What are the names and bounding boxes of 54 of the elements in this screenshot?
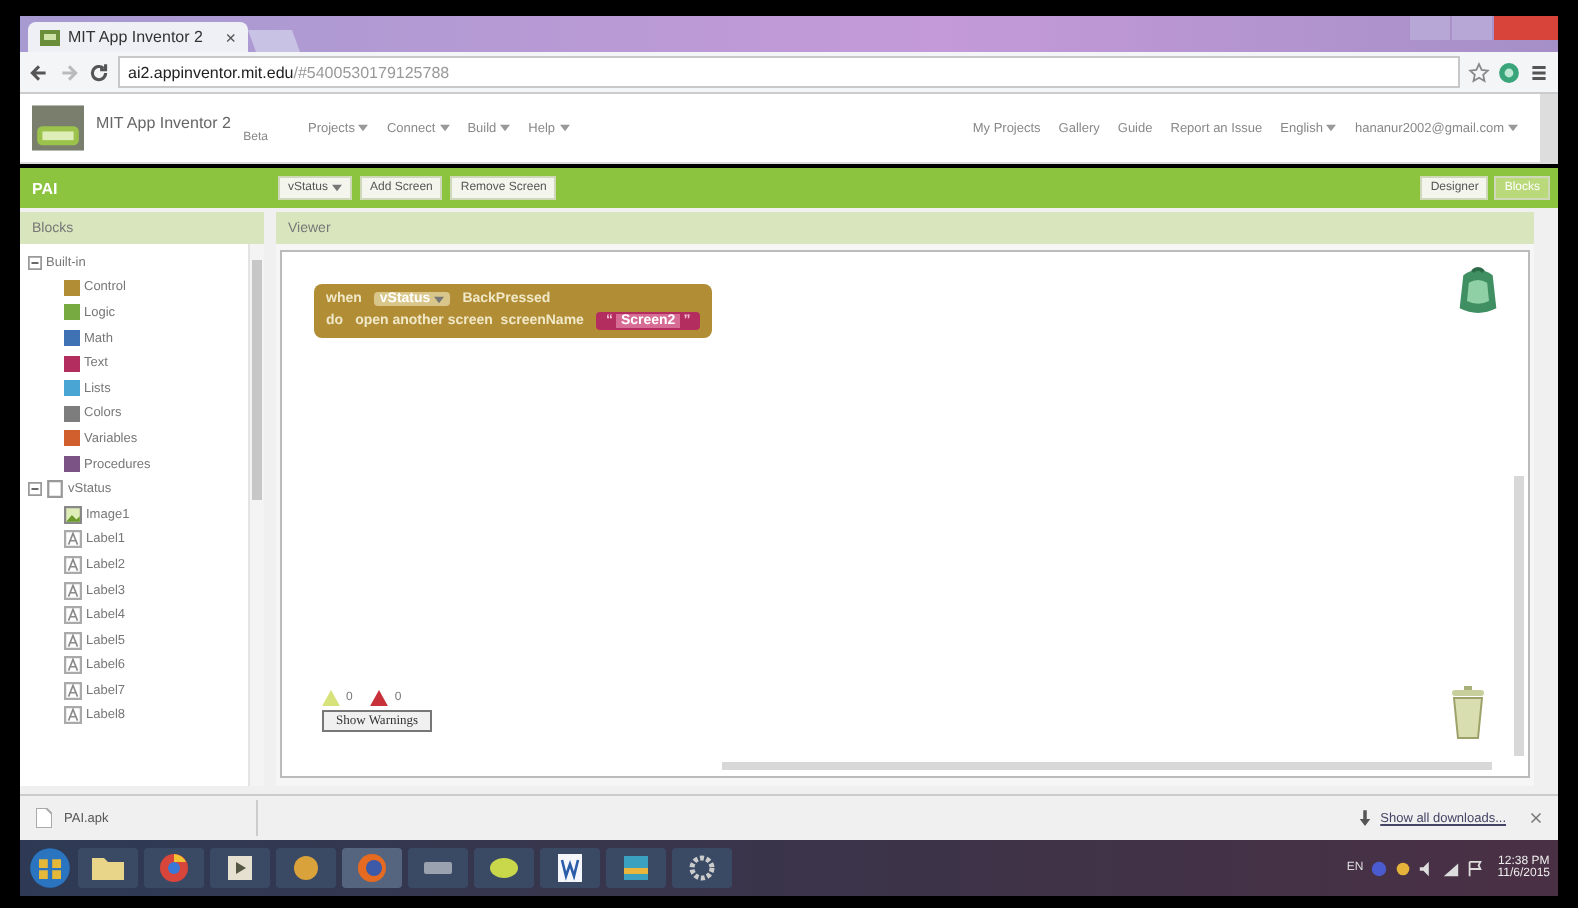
label-icon bbox=[64, 555, 82, 574]
label-icon bbox=[64, 581, 82, 600]
folder-icon[interactable] bbox=[78, 846, 138, 890]
browser-tab[interactable]: MIT App Inventor 2 × bbox=[28, 22, 248, 52]
app-title: MIT App Inventor 2 bbox=[96, 113, 233, 131]
image-icon bbox=[64, 505, 82, 524]
caret-icon bbox=[332, 184, 343, 192]
scrollbar[interactable] bbox=[1540, 94, 1558, 162]
caret-icon bbox=[1326, 124, 1337, 132]
file-icon bbox=[36, 808, 52, 828]
extension-icon[interactable] bbox=[1498, 61, 1520, 83]
close-tab-button[interactable]: × bbox=[225, 27, 236, 47]
label-icon bbox=[64, 530, 82, 549]
tree-toggle-icon[interactable] bbox=[28, 255, 42, 270]
gear-icon[interactable] bbox=[672, 846, 732, 890]
star-icon[interactable] bbox=[1468, 61, 1490, 83]
app-icon[interactable] bbox=[276, 846, 336, 890]
project-name: PAI bbox=[32, 179, 60, 197]
flag-icon[interactable] bbox=[1465, 859, 1484, 877]
app-icon[interactable] bbox=[408, 846, 468, 890]
warning-icon bbox=[322, 690, 340, 706]
media-player-icon[interactable] bbox=[210, 846, 270, 890]
label-icon bbox=[64, 706, 82, 725]
screen-icon bbox=[46, 480, 64, 499]
app-logo-icon bbox=[40, 27, 60, 47]
caret-icon bbox=[439, 124, 450, 132]
backpack-icon[interactable] bbox=[1456, 264, 1500, 316]
error-icon bbox=[370, 690, 389, 706]
label-icon bbox=[64, 656, 82, 675]
app-logo-icon bbox=[32, 104, 84, 152]
label-icon bbox=[64, 606, 82, 625]
scrollbar[interactable] bbox=[1514, 476, 1524, 756]
app-icon[interactable] bbox=[606, 846, 666, 890]
scrollbar[interactable] bbox=[722, 762, 1492, 770]
label-icon bbox=[64, 681, 82, 700]
reload-icon[interactable] bbox=[88, 61, 110, 83]
caret-icon bbox=[559, 124, 570, 132]
tree-toggle-icon[interactable] bbox=[28, 482, 42, 497]
back-icon[interactable] bbox=[28, 61, 50, 83]
caret-icon bbox=[358, 124, 369, 132]
app-icon[interactable] bbox=[474, 846, 534, 890]
close-icon[interactable] bbox=[1530, 812, 1542, 824]
label-icon bbox=[64, 631, 82, 650]
caret-icon bbox=[500, 124, 511, 132]
start-button[interactable] bbox=[28, 846, 72, 890]
signal-icon[interactable] bbox=[1441, 859, 1460, 877]
address-field[interactable]: ai2.appinventor.mit.edu/#5400530179125788 bbox=[118, 56, 1460, 88]
download-icon bbox=[1358, 809, 1373, 827]
caret-icon bbox=[434, 295, 445, 303]
caret-icon bbox=[1508, 124, 1518, 132]
scrollbar[interactable] bbox=[248, 244, 264, 786]
trash-can-icon[interactable] bbox=[1448, 684, 1488, 740]
menu-icon[interactable] bbox=[1528, 61, 1550, 83]
browser-icon[interactable] bbox=[144, 846, 204, 890]
